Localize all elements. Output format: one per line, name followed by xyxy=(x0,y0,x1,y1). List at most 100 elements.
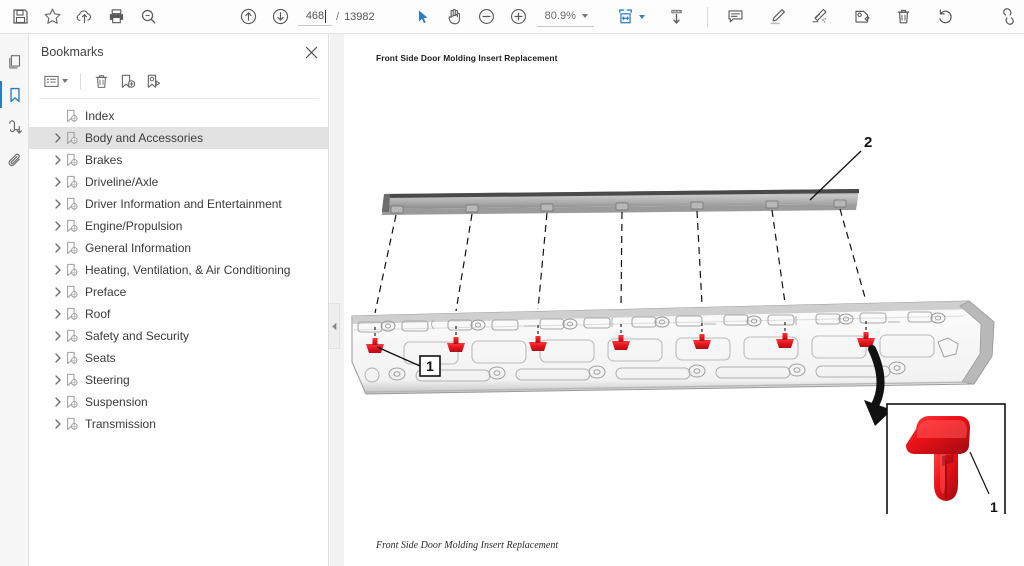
chevron-right-icon[interactable] xyxy=(51,133,65,143)
sidebar-item-safety-and-security[interactable]: Safety and Security xyxy=(29,325,328,347)
chevron-right-icon[interactable] xyxy=(51,155,65,165)
sidebar-item-body-and-accessories[interactable]: Body and Accessories xyxy=(29,127,328,149)
pdf-viewer-window: / 13982 80.9% xyxy=(0,0,1024,566)
link-icon[interactable] xyxy=(992,2,1024,32)
sidebar-item-label: Safety and Security xyxy=(85,329,190,343)
zoom-in-icon[interactable] xyxy=(503,2,535,32)
chevron-right-icon[interactable] xyxy=(51,177,65,187)
door-panel xyxy=(351,300,995,395)
fit-width-dropdown[interactable] xyxy=(610,2,649,32)
sidebar-item-engine-propulsion[interactable]: Engine/Propulsion xyxy=(29,215,328,237)
view-tools-group: 80.9% xyxy=(407,2,596,32)
sidebar-item-label: Driver Information and Entertainment xyxy=(85,197,282,211)
bookmarks-toolbar xyxy=(29,66,328,96)
callout-2-label: 2 xyxy=(864,134,872,151)
delete-bookmark-icon[interactable] xyxy=(89,69,113,93)
new-bookmark-icon[interactable] xyxy=(115,69,139,93)
bookmark-item-icon xyxy=(65,241,84,255)
chevron-down-icon xyxy=(62,79,68,83)
sidebar-item-roof[interactable]: Roof xyxy=(29,303,328,325)
sidebar-collapse-handle[interactable] xyxy=(329,303,340,349)
sidebar-icon-rail xyxy=(0,34,29,566)
zoom-level-value: 80.9% xyxy=(544,9,576,22)
sidebar-item-label: General Information xyxy=(85,241,192,255)
chevron-down-icon xyxy=(581,13,588,18)
figure-caption: Front Side Door Molding Insert Replaceme… xyxy=(376,540,559,551)
sidebar-item-suspension[interactable]: Suspension xyxy=(29,391,328,413)
eraser-icon[interactable] xyxy=(804,2,836,32)
undo-icon[interactable] xyxy=(930,2,962,32)
panel-divider xyxy=(39,98,318,99)
sidebar-item-label: Driveline/Axle xyxy=(85,175,159,189)
sidebar-item-index[interactable]: Index xyxy=(29,105,328,127)
bookmark-item-icon xyxy=(65,417,84,431)
pages-thumbnails-icon[interactable] xyxy=(0,45,29,78)
fit-width-icon[interactable] xyxy=(610,2,642,32)
arrow-down-circle-icon[interactable] xyxy=(264,2,296,32)
highlight-pen-icon[interactable] xyxy=(762,2,794,32)
chevron-right-icon[interactable] xyxy=(51,375,65,385)
sidebar-item-seats[interactable]: Seats xyxy=(29,347,328,369)
zoom-out-icon[interactable] xyxy=(471,2,503,32)
document-viewport[interactable]: Front Side Door Molding Insert Replaceme… xyxy=(330,34,1024,566)
annotation-tools-group xyxy=(720,2,962,32)
edit-bookmark-icon[interactable] xyxy=(141,69,165,93)
sidebar-item-transmission[interactable]: Transmission xyxy=(29,413,328,435)
arrow-up-circle-icon[interactable] xyxy=(232,2,264,32)
star-icon[interactable] xyxy=(36,2,68,32)
hand-tool-icon[interactable] xyxy=(439,2,471,32)
attachments-icon[interactable] xyxy=(0,144,29,177)
select-tool-icon[interactable] xyxy=(407,2,439,32)
chevron-right-icon[interactable] xyxy=(51,243,65,253)
chevron-right-icon[interactable] xyxy=(51,353,65,363)
chevron-right-icon[interactable] xyxy=(51,331,65,341)
bookmarks-icon[interactable] xyxy=(0,78,29,111)
comment-icon[interactable] xyxy=(720,2,752,32)
search-icon[interactable] xyxy=(132,2,164,32)
sidebar-item-steering[interactable]: Steering xyxy=(29,369,328,391)
sidebar-item-label: Index xyxy=(85,109,115,123)
chevron-right-icon[interactable] xyxy=(51,397,65,407)
page-number-input-wrap xyxy=(298,7,332,26)
bookmark-options-dropdown[interactable] xyxy=(39,69,72,93)
sidebar-item-label: Brakes xyxy=(85,153,123,167)
close-icon[interactable] xyxy=(302,43,320,61)
page-number-input[interactable] xyxy=(298,7,332,26)
save-icon[interactable] xyxy=(4,2,36,32)
print-icon[interactable] xyxy=(100,2,132,32)
sidebar-item-driveline-axle[interactable]: Driveline/Axle xyxy=(29,171,328,193)
chevron-down-icon xyxy=(638,14,645,19)
bookmark-item-icon xyxy=(65,219,84,233)
sidebar-item-label: Heating, Ventilation, & Air Conditioning xyxy=(85,263,291,277)
sidebar-item-general-information[interactable]: General Information xyxy=(29,237,328,259)
bookmark-options-icon[interactable] xyxy=(39,69,63,93)
total-pages: 13982 xyxy=(344,10,375,23)
page-separator: / xyxy=(336,10,340,23)
chevron-right-icon[interactable] xyxy=(51,265,65,275)
sidebar-item-heating-ventilation-air-conditioning[interactable]: Heating, Ventilation, & Air Conditioning xyxy=(29,259,328,281)
sidebar-item-preface[interactable]: Preface xyxy=(29,281,328,303)
bookmark-item-icon xyxy=(65,285,84,299)
page-indicator: / 13982 xyxy=(298,7,375,26)
cloud-upload-icon[interactable] xyxy=(68,2,100,32)
zoom-level-dropdown[interactable]: 80.9% xyxy=(536,7,594,27)
chevron-right-icon[interactable] xyxy=(51,309,65,319)
sidebar-item-brakes[interactable]: Brakes xyxy=(29,149,328,171)
chevron-right-icon[interactable] xyxy=(51,199,65,209)
page-scroll-icon[interactable] xyxy=(661,2,693,32)
chevron-right-icon[interactable] xyxy=(51,419,65,429)
detail-inset: 1 xyxy=(886,403,1006,514)
chevron-right-icon[interactable] xyxy=(51,287,65,297)
page-navigation-group: / 13982 xyxy=(232,2,375,32)
chevron-right-icon[interactable] xyxy=(51,221,65,231)
toolbar-divider xyxy=(706,6,708,27)
stamp-icon[interactable] xyxy=(846,2,878,32)
signature-icon[interactable] xyxy=(0,111,29,144)
toolbar-divider xyxy=(80,72,81,90)
bookmark-item-icon xyxy=(65,351,84,365)
text-caret xyxy=(325,10,326,23)
sidebar-item-driver-information-and-entertainment[interactable]: Driver Information and Entertainment xyxy=(29,193,328,215)
trash-icon[interactable] xyxy=(888,2,920,32)
bookmark-item-icon xyxy=(65,153,84,167)
bookmarks-panel-title: Bookmarks xyxy=(41,45,104,59)
